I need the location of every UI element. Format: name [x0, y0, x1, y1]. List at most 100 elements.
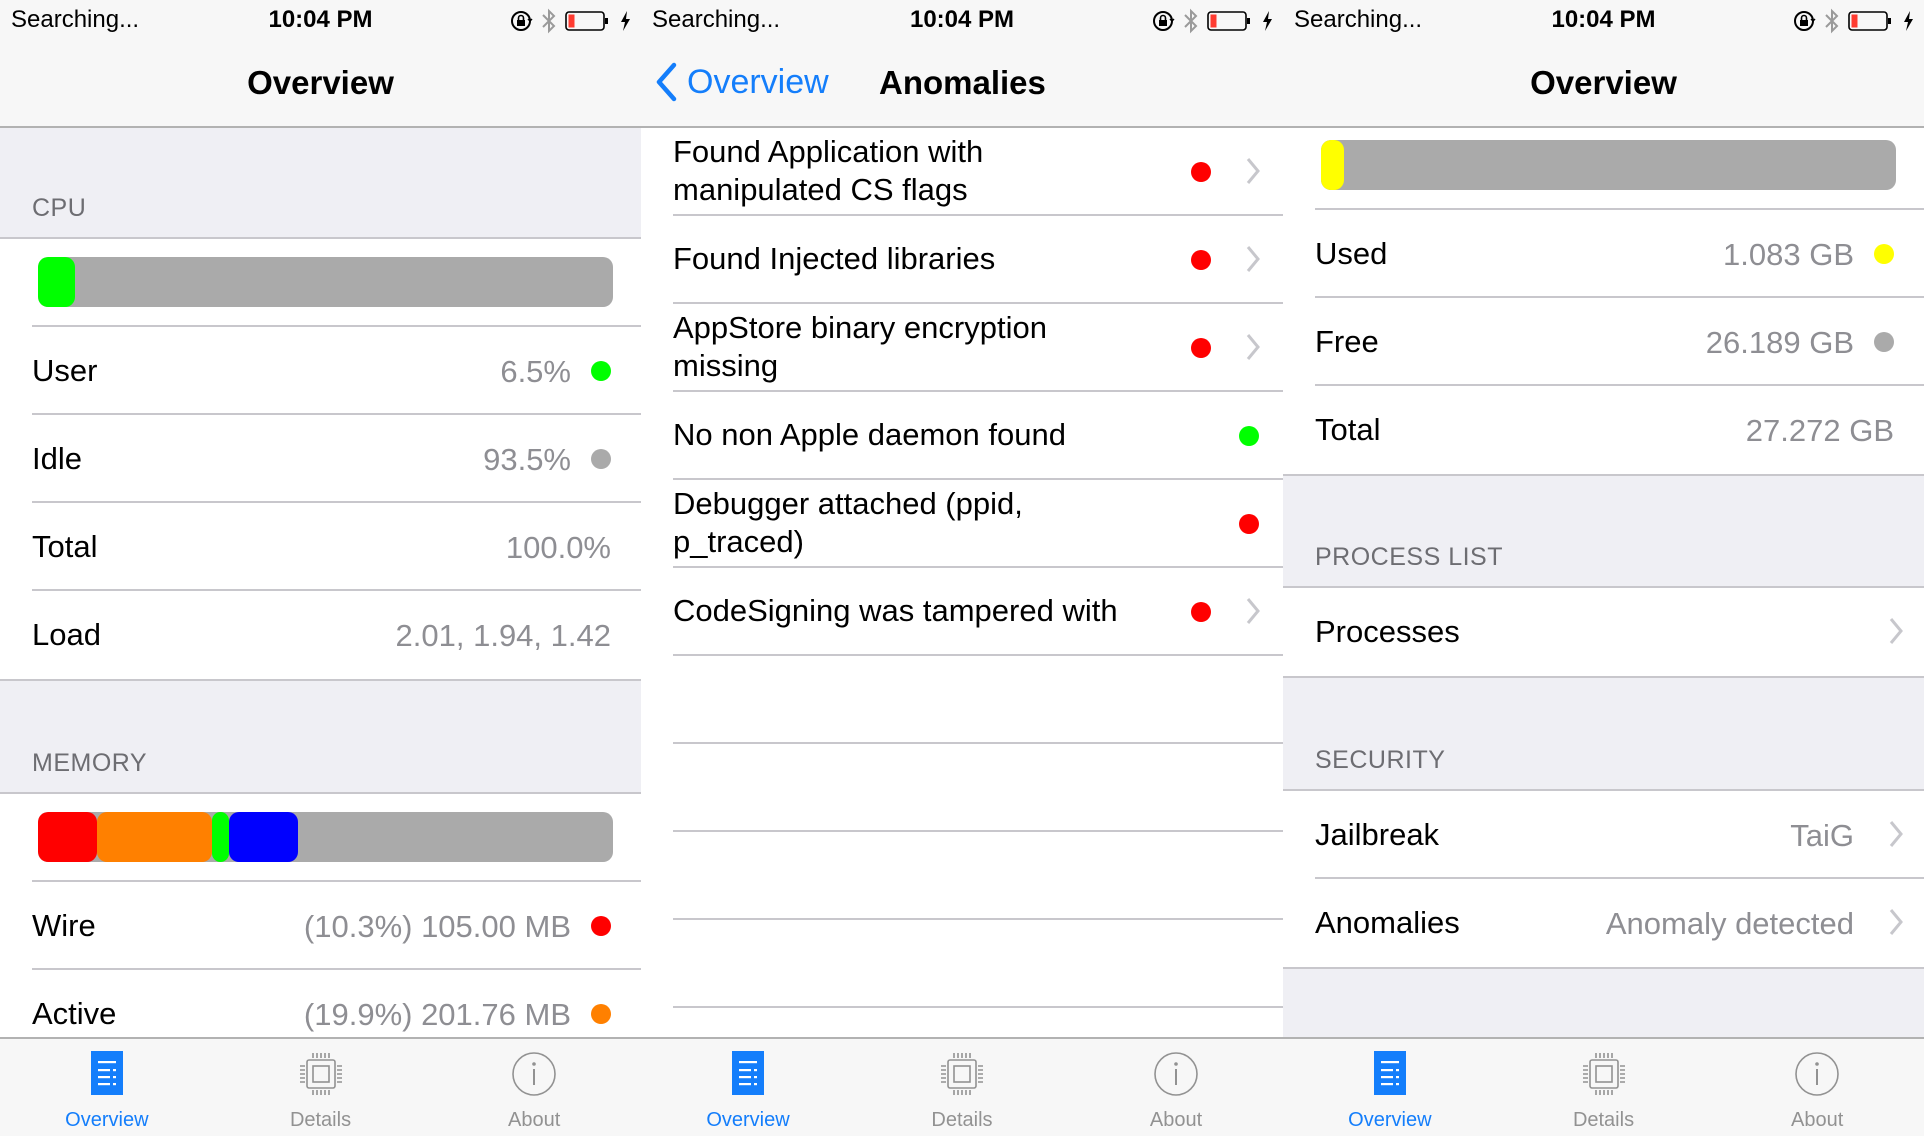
- anomaly-text: No non Apple daemon found: [673, 417, 1066, 452]
- cpu-row-total: Total 100.0%: [32, 503, 641, 591]
- chevron-right-icon: [1889, 618, 1903, 644]
- back-button[interactable]: Overview: [655, 62, 829, 102]
- tab-about[interactable]: About: [1710, 1039, 1924, 1136]
- screen-overview-cpu-memory: Searching... 10:04 PM Overview CPU User …: [0, 0, 641, 1136]
- anomaly-list-item[interactable]: Found Application with manipulated CS fl…: [673, 128, 1283, 216]
- anomaly-list-item[interactable]: Found Injected libraries: [673, 216, 1283, 304]
- disk-row-used: Used 1.083 GB: [1315, 210, 1924, 298]
- bluetooth-icon: [1184, 8, 1198, 34]
- document-list-icon: [90, 1051, 123, 1100]
- bar-segment-wire: [38, 812, 98, 862]
- chip-icon: [298, 1051, 344, 1102]
- anomaly-list-item[interactable]: AppStore binary encryption missing: [673, 304, 1283, 392]
- chevron-left-icon: [656, 62, 677, 102]
- status-dot: [1191, 602, 1211, 622]
- navigation-bar: Overview: [0, 42, 641, 128]
- memory-usage-bar: [38, 812, 613, 862]
- anomaly-text: Debugger attached (ppid, p_traced): [673, 486, 1023, 559]
- overview-scroll[interactable]: Used 1.083 GB Free 26.189 GB Total 27.27…: [1283, 128, 1924, 1037]
- tab-details[interactable]: Details: [1497, 1039, 1711, 1136]
- tab-about[interactable]: About: [427, 1039, 641, 1136]
- anomaly-text: AppStore binary encryption missing: [673, 310, 1047, 383]
- info-circle-icon: [511, 1051, 557, 1102]
- tab-bar: Overview Details About: [1283, 1037, 1924, 1136]
- status-dot: [1239, 426, 1259, 446]
- cpu-usage-bar-row: [32, 239, 641, 327]
- page-title: Overview: [1530, 64, 1677, 101]
- rotation-lock-icon: [1794, 11, 1816, 31]
- back-button-label: Overview: [687, 62, 829, 101]
- security-group: Jailbreak TaiG Anomalies Anomaly detecte…: [1283, 791, 1924, 969]
- bluetooth-icon: [542, 8, 556, 34]
- section-header-cpu: CPU: [0, 128, 641, 239]
- chevron-right-icon: [1246, 334, 1260, 360]
- bar-segment-active: [97, 812, 212, 862]
- disk-usage-bar-row: [1315, 128, 1924, 210]
- tab-overview[interactable]: Overview: [0, 1039, 214, 1136]
- legend-dot: [1874, 332, 1894, 352]
- charging-bolt-icon: [621, 11, 630, 31]
- disk-group: Used 1.083 GB Free 26.189 GB Total 27.27…: [1283, 128, 1924, 476]
- memory-group: Wire (10.3%) 105.00 MB Active (19.9%) 20…: [0, 794, 641, 1037]
- document-list-icon: [732, 1051, 764, 1100]
- tab-overview[interactable]: Overview: [641, 1039, 855, 1136]
- status-bar: Searching... 10:04 PM: [1283, 0, 1924, 42]
- cpu-row-user: User 6.5%: [32, 327, 641, 415]
- processes-row[interactable]: Processes: [1315, 588, 1924, 676]
- tab-details[interactable]: Details: [855, 1039, 1069, 1136]
- section-header-memory: MEMORY: [0, 681, 641, 794]
- legend-dot: [591, 916, 611, 936]
- legend-dot: [591, 1004, 611, 1024]
- memory-row-active: Active (19.9%) 201.76 MB: [32, 970, 641, 1037]
- chevron-right-icon: [1246, 246, 1260, 272]
- process-list-group: Processes: [1283, 588, 1924, 678]
- battery-low-icon: [565, 11, 608, 31]
- anomaly-list-item[interactable]: CodeSigning was tampered with: [673, 568, 1283, 656]
- charging-bolt-icon: [1263, 11, 1272, 31]
- empty-list-row: [673, 832, 1283, 920]
- bar-segment-user: [38, 257, 76, 307]
- empty-list-row: [673, 920, 1283, 1008]
- tab-overview[interactable]: Overview: [1283, 1039, 1497, 1136]
- section-header-process-list: PROCESS LIST: [1283, 476, 1924, 588]
- anomaly-list[interactable]: Found Application with manipulated CS fl…: [641, 128, 1283, 1037]
- disk-row-free: Free 26.189 GB: [1315, 298, 1924, 386]
- empty-list-row: [673, 744, 1283, 832]
- status-dot: [1191, 162, 1211, 182]
- battery-low-icon: [1848, 11, 1891, 31]
- cpu-row-idle: Idle 93.5%: [32, 415, 641, 503]
- disk-usage-bar: [1321, 140, 1896, 190]
- status-bar: Searching... 10:04 PM: [641, 0, 1283, 42]
- screen-anomalies: Searching... 10:04 PM Overview Anomalies…: [641, 0, 1283, 1136]
- memory-usage-bar-row: [32, 794, 641, 882]
- navigation-bar: Overview Anomalies: [641, 42, 1283, 128]
- chevron-right-icon: [1889, 909, 1903, 935]
- overview-scroll[interactable]: CPU User 6.5% Idle 93.5% Total 100.0% Lo…: [0, 128, 641, 1037]
- anomaly-text: Found Application with manipulated CS fl…: [673, 134, 984, 207]
- charging-bolt-icon: [1904, 11, 1913, 31]
- document-list-icon: [1373, 1051, 1406, 1100]
- chevron-right-icon: [1889, 821, 1903, 847]
- tab-bar: Overview Details About: [0, 1037, 641, 1136]
- anomaly-text: Found Injected libraries: [673, 241, 996, 276]
- status-dot: [1191, 250, 1211, 270]
- bluetooth-icon: [1825, 8, 1839, 34]
- anomaly-text: CodeSigning was tampered with: [673, 593, 1118, 628]
- tab-details[interactable]: Details: [214, 1039, 428, 1136]
- legend-dot: [591, 361, 611, 381]
- anomalies-row[interactable]: Anomalies Anomaly detected: [1315, 879, 1924, 967]
- jailbreak-row[interactable]: Jailbreak TaiG: [1315, 791, 1924, 879]
- tab-about[interactable]: About: [1069, 1039, 1283, 1136]
- info-circle-icon: [1794, 1051, 1840, 1102]
- empty-list-row: [673, 656, 1283, 744]
- cpu-usage-bar: [38, 257, 613, 307]
- disk-row-total: Total 27.272 GB: [1315, 412, 1894, 448]
- chevron-right-icon: [1246, 598, 1260, 624]
- anomaly-list-item: No non Apple daemon found: [673, 392, 1283, 480]
- cpu-row-load: Load 2.01, 1.94, 1.42: [32, 617, 611, 653]
- page-title: Overview: [247, 64, 394, 101]
- status-dot: [1191, 338, 1211, 358]
- legend-dot: [591, 449, 611, 469]
- cpu-group: User 6.5% Idle 93.5% Total 100.0% Load 2…: [0, 239, 641, 681]
- memory-row-wire: Wire (10.3%) 105.00 MB: [32, 882, 641, 970]
